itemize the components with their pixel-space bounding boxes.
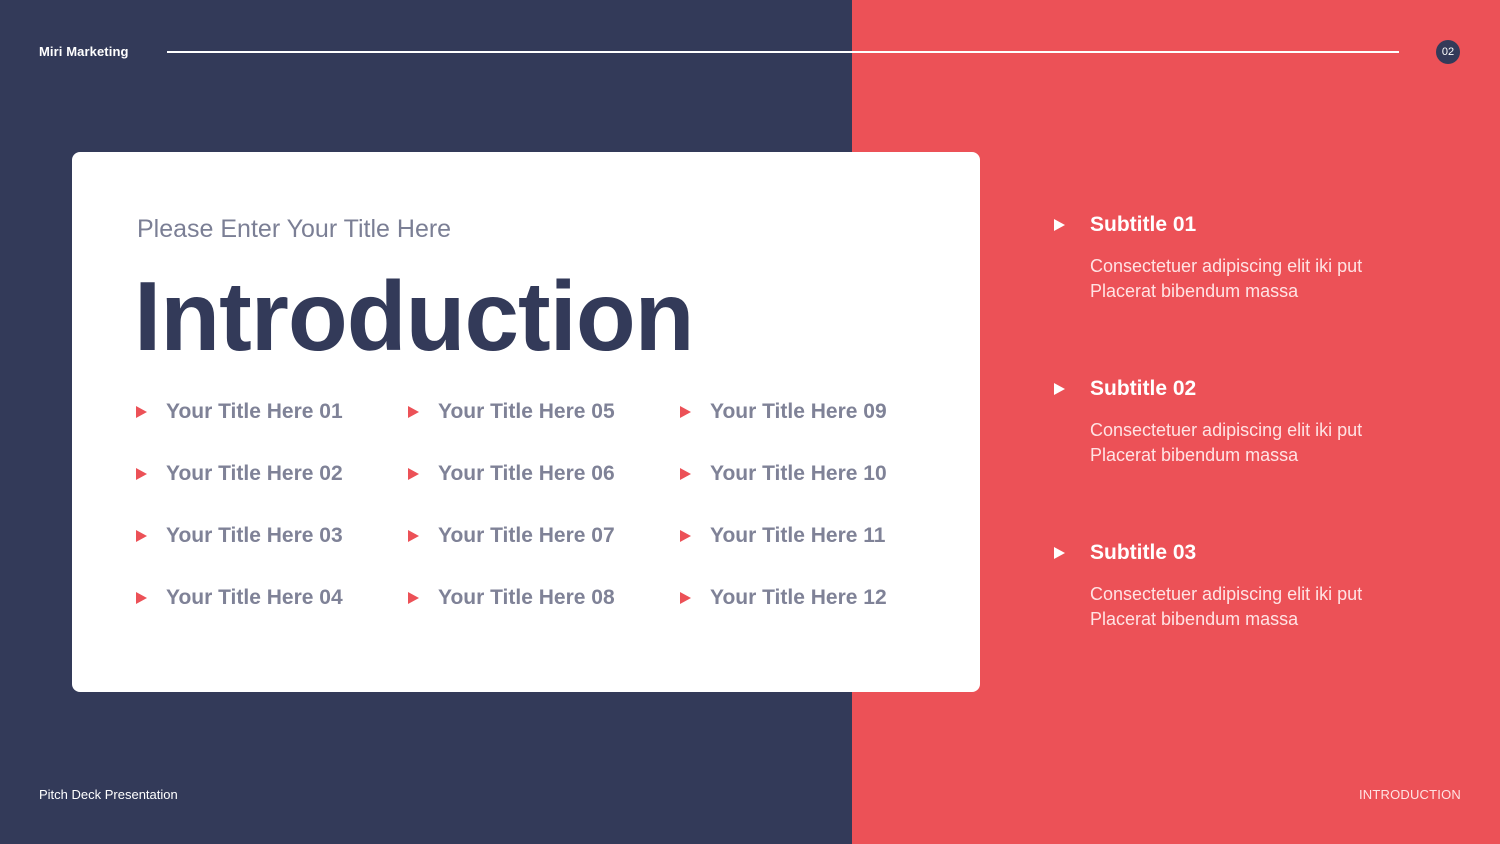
subtitle-line: Placerat bibendum massa: [1090, 445, 1299, 465]
list-item-label: Your Title Here 09: [710, 400, 887, 423]
list-item-label: Your Title Here 05: [438, 400, 615, 423]
list-item-label: Your Title Here 01: [166, 400, 343, 423]
list-item: Your Title Here 06: [408, 459, 615, 489]
list-item: Your Title Here 11: [680, 521, 885, 551]
triangle-right-icon: [680, 592, 691, 604]
header-divider: [167, 51, 1399, 53]
footer-right-text: INTRODUCTION: [1358, 787, 1461, 802]
triangle-right-icon: [1054, 547, 1065, 559]
subtitle-description: Consectetuer adipiscing elit iki put Pla…: [1090, 582, 1474, 632]
subtitle-description: Consectetuer adipiscing elit iki put Pla…: [1090, 418, 1474, 468]
list-item-label: Your Title Here 07: [438, 524, 615, 547]
triangle-right-icon: [1054, 383, 1065, 395]
triangle-right-icon: [408, 406, 419, 418]
list-item-label: Your Title Here 11: [710, 524, 886, 547]
brand-name: Miri Marketing: [39, 44, 129, 59]
list-item-label: Your Title Here 03: [166, 524, 343, 547]
page-number-badge: 02: [1436, 40, 1460, 64]
list-item-label: Your Title Here 08: [438, 586, 615, 609]
list-item: Your Title Here 01: [136, 397, 343, 427]
subtitle-line: Consectetuer adipiscing elit iki put: [1090, 584, 1363, 604]
subtitle-line: Consectetuer adipiscing elit iki put: [1090, 256, 1363, 276]
list-item-label: Your Title Here 10: [710, 462, 887, 485]
subtitle-title: Subtitle 02: [1090, 377, 1197, 400]
subtitle-block-03: Subtitle 03 Consectetuer adipiscing elit…: [1054, 538, 1474, 632]
triangle-right-icon: [136, 468, 147, 480]
list-item-label: Your Title Here 12: [710, 586, 887, 609]
list-item: Your Title Here 09: [680, 397, 887, 427]
list-item-label: Your Title Here 06: [438, 462, 615, 485]
triangle-right-icon: [680, 530, 691, 542]
triangle-right-icon: [408, 468, 419, 480]
subtitle-title: Subtitle 03: [1090, 541, 1197, 564]
list-item: Your Title Here 08: [408, 583, 615, 613]
triangle-right-icon: [136, 592, 147, 604]
subtitle-description: Consectetuer adipiscing elit iki put Pla…: [1090, 254, 1474, 304]
list-item: Your Title Here 03: [136, 521, 343, 551]
subtitle-line: Placerat bibendum massa: [1090, 609, 1299, 629]
subtitle-line: Consectetuer adipiscing elit iki put: [1090, 420, 1363, 440]
footer-left-text: Pitch Deck Presentation: [39, 787, 178, 802]
triangle-right-icon: [136, 406, 147, 418]
subtitle-heading: Subtitle 02: [1054, 374, 1474, 404]
triangle-right-icon: [1054, 219, 1065, 231]
list-item: Your Title Here 05: [408, 397, 615, 427]
triangle-right-icon: [680, 468, 691, 480]
subtitle-heading: Subtitle 03: [1054, 538, 1474, 568]
list-item-label: Your Title Here 04: [166, 586, 343, 609]
triangle-right-icon: [136, 530, 147, 542]
list-item-label: Your Title Here 02: [166, 462, 343, 485]
introduction-card: Please Enter Your Title Here Introductio…: [72, 152, 980, 692]
card-subtitle: Please Enter Your Title Here: [137, 215, 452, 243]
subtitle-heading: Subtitle 01: [1054, 210, 1474, 240]
subtitle-block-01: Subtitle 01 Consectetuer adipiscing elit…: [1054, 210, 1474, 304]
subtitle-block-02: Subtitle 02 Consectetuer adipiscing elit…: [1054, 374, 1474, 468]
list-item: Your Title Here 12: [680, 583, 887, 613]
triangle-right-icon: [408, 592, 419, 604]
list-item: Your Title Here 10: [680, 459, 887, 489]
list-item: Your Title Here 07: [408, 521, 615, 551]
triangle-right-icon: [408, 530, 419, 542]
subtitle-line: Placerat bibendum massa: [1090, 281, 1299, 301]
card-title: Introduction: [134, 261, 695, 371]
triangle-right-icon: [680, 406, 691, 418]
list-item: Your Title Here 02: [136, 459, 343, 489]
list-item: Your Title Here 04: [136, 583, 343, 613]
subtitle-title: Subtitle 01: [1090, 213, 1197, 236]
